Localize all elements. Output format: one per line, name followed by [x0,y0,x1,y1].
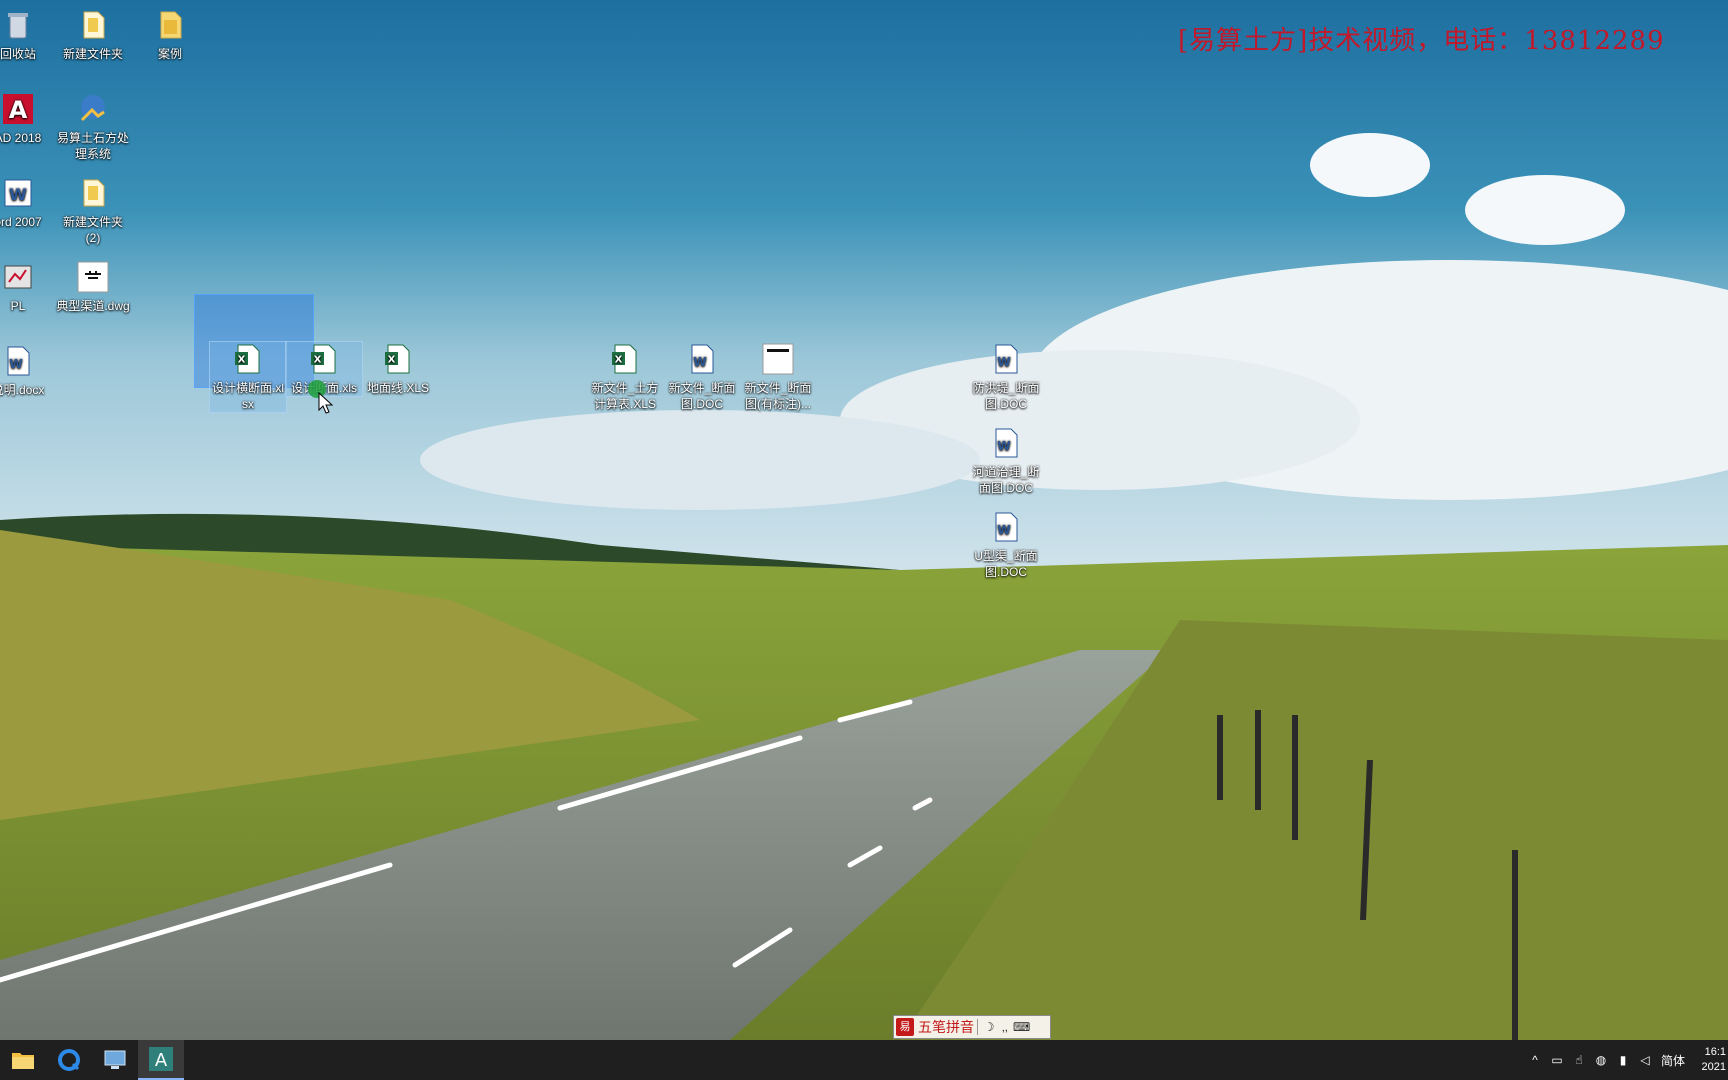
taskbar-autocad[interactable]: A [138,1040,184,1080]
desktop-icon-label: U型渠_断面图.DOC [974,549,1038,579]
svg-text:W: W [9,185,27,204]
word-icon: W [4,179,32,207]
desktop-icon-ground-line-xls[interactable]: X 地面线.XLS [360,342,436,396]
folder-icon [83,11,105,39]
desktop-icon-label: 新建文件夹 [62,47,123,61]
word-doc-icon: W [995,428,1018,458]
ime-mode-label[interactable]: 五笔拼音 [918,1017,974,1037]
folder-icon [83,179,105,207]
browser-icon [58,1049,80,1071]
svg-text:X: X [388,355,396,366]
desktop-icon-label: 回收站 [0,47,36,61]
keyboard-icon[interactable]: ⌨ [1013,1020,1030,1034]
desktop-icon-recycle-bin[interactable]: 回收站 [0,8,56,62]
touch-icon[interactable]: ☝ [1568,1053,1590,1067]
desktop-icon-label: ord 2007 [0,215,42,229]
taskbar-remote-desktop[interactable] [92,1040,138,1080]
desktop-icon-new-folder-2[interactable]: 新建文件夹 (2) [55,176,131,246]
desktop-icon-label: 新文件_断面图(有标注)... [744,381,812,411]
microphone-icon[interactable]: ▮ [1612,1053,1634,1067]
desktop-icon-label: 河道治理_断面图.DOC [972,465,1040,495]
svg-text:X: X [314,355,322,366]
desktop-icon-design-cross-section-xlsx[interactable]: X 设计横断面.xlsx [209,341,287,413]
recycle-bin-icon [8,13,28,39]
svg-text:A: A [9,96,28,124]
desktop-icon-label: 设计横断面.xlsx [211,381,284,411]
word-doc-icon: W [995,512,1018,542]
autocad-taskbar-icon: A [149,1047,173,1071]
desktop-icon-label: AD 2018 [0,131,42,145]
desktop-icon-section-drawing-doc[interactable]: W 新文件_断面图.DOC [664,342,740,412]
dwg-file-icon [77,261,109,293]
word-doc-icon: W [995,344,1018,374]
desktop-icon-label: 新文件_土方计算表.XLS [591,381,659,411]
earthwork-app-icon [80,95,105,122]
moon-icon[interactable]: ☽ [981,1020,997,1034]
desktop-icon-label: 易算土石方处理系统 [56,131,129,161]
clock-date: 2021 [1701,1061,1726,1073]
desktop-icon-label: 新建文件夹 (2) [62,215,123,245]
ime-toolbar[interactable]: 易 五笔拼音 ☽ ‚, ⌨ [893,1015,1051,1039]
desktop-icon-label: 案例 [157,47,182,61]
file-explorer-icon [12,1053,34,1069]
excel-file-icon: X [311,344,336,374]
desktop-icon-earthwork-system[interactable]: 易算土石方处理系统 [55,92,131,162]
svg-text:W: W [9,357,22,371]
ime-logo: 易 [896,1018,914,1036]
taskbar-browser[interactable] [46,1040,92,1080]
word-doc-icon: W [691,344,714,374]
video-watermark-text: [易算土方]技术视频，电话：13812289 [1178,26,1665,56]
desktop-icon-label: 地面线.XLS [366,381,430,395]
folder-icon [160,11,182,39]
pl-app-icon [4,265,32,289]
excel-file-icon: X [235,344,260,374]
taskbar-file-explorer[interactable] [0,1040,46,1080]
speaker-icon[interactable]: ◁ [1634,1053,1656,1067]
clock-time: 16:1 [1704,1046,1726,1058]
punctuation-icon[interactable]: ‚, [997,1020,1013,1034]
excel-file-icon: X [612,344,637,374]
svg-text:W: W [693,355,706,369]
desktop-icon-label: PL [10,299,26,313]
mouse-cursor-icon [318,392,334,414]
desktop-icon-typical-channel-dwg[interactable]: 典型渠道.dwg [55,260,131,314]
excel-file-icon: X [385,344,410,374]
desktop-icon-label: 防洪堤_断面图.DOC [972,381,1040,411]
drawing-file-icon [762,343,794,375]
svg-text:X: X [615,355,623,366]
monitor-icon [104,1050,126,1069]
desktop-icon-word-2007[interactable]: W ord 2007 [0,176,56,230]
desktop-icon-section-drawing-annotated[interactable]: 新文件_断面图(有标注)... [740,342,816,412]
desktop-icon-flood-levee-doc[interactable]: W 防洪堤_断面图.DOC [968,342,1044,412]
desktop-icon-label: 典型渠道.dwg [56,299,130,313]
desktop-icon-autocad[interactable]: A AD 2018 [0,92,56,146]
desktop-icon-river-management-doc[interactable]: W 河道治理_断面图.DOC [968,426,1044,496]
taskbar: A ^ ▭ ☝ ◍ ▮ ◁ 简体 16:1 2021 [0,1040,1728,1080]
svg-text:X: X [238,355,246,366]
word-doc-icon: W [7,346,30,376]
network-icon[interactable]: ◍ [1590,1053,1612,1067]
desktop-icon-cases-folder[interactable]: 案例 [132,8,208,62]
chevron-up-icon[interactable]: ^ [1524,1053,1546,1067]
desktop-icon-readme-docx[interactable]: W 说明.docx [0,344,56,398]
battery-icon[interactable]: ▭ [1546,1053,1568,1067]
input-language[interactable]: 简体 [1656,1052,1690,1069]
desktop-icon-earthwork-table-xls[interactable]: X 新文件_土方计算表.XLS [587,342,663,412]
desktop-icon-pl[interactable]: PL [0,260,56,314]
system-tray: ^ ▭ ☝ ◍ ▮ ◁ 简体 16:1 2021 [1524,1040,1728,1080]
desktop-icon-label: 说明.docx [0,383,45,397]
desktop-icon-u-channel-doc[interactable]: W U型渠_断面图.DOC [968,510,1044,580]
svg-text:W: W [997,523,1010,537]
desktop-icon-label: 新文件_断面图.DOC [668,381,736,411]
desktop-wallpaper [0,0,1728,1040]
svg-text:W: W [997,439,1010,453]
svg-text:A: A [155,1050,168,1071]
clock[interactable]: 16:1 2021 [1690,1045,1728,1075]
desktop-icon-new-folder[interactable]: 新建文件夹 [55,8,131,62]
autocad-icon: A [3,94,33,124]
svg-text:W: W [997,355,1010,369]
